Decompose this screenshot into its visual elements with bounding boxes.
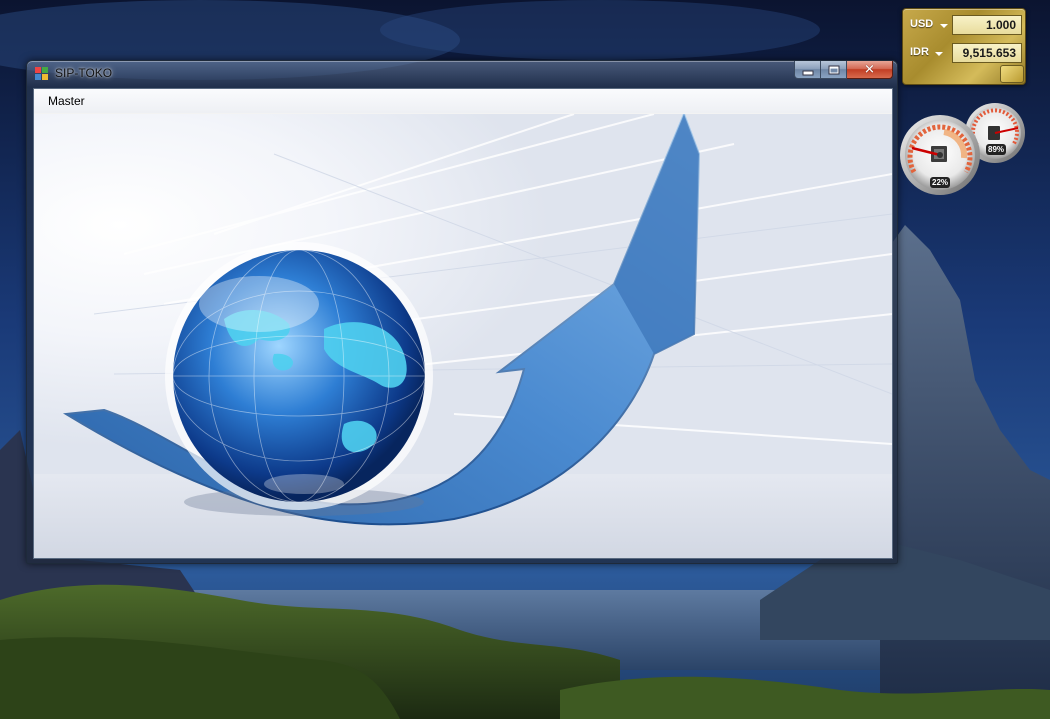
currency-code[interactable]: USD	[910, 18, 933, 30]
currency-row: IDR 9,515.653	[910, 43, 1022, 63]
maximize-button[interactable]	[821, 61, 847, 79]
chevron-down-icon[interactable]	[940, 24, 948, 28]
currency-row: USD 1.000	[910, 15, 1022, 35]
currency-code[interactable]: IDR	[910, 46, 929, 58]
menu-item-master[interactable]: Master	[42, 92, 91, 110]
app-icon[interactable]	[35, 67, 49, 81]
cpu-meter-gadget	[900, 100, 1030, 200]
close-icon: ✕	[864, 62, 875, 77]
minimize-button[interactable]	[794, 61, 821, 79]
close-button[interactable]: ✕	[847, 61, 893, 79]
minimize-icon	[802, 70, 813, 75]
window-title: SIP-TOKO	[55, 66, 113, 80]
currency-value[interactable]: 1.000	[952, 15, 1022, 35]
menu-bar: Master	[34, 89, 892, 113]
memory-percent-label: 89%	[986, 144, 1007, 155]
background-image	[34, 114, 892, 558]
currency-value[interactable]: 9,515.653	[952, 43, 1022, 63]
app-window: SIP-TOKO ✕ Master	[26, 60, 898, 564]
cpu-percent-label: 22%	[930, 177, 951, 188]
card-chip-icon	[1000, 65, 1024, 83]
window-controls: ✕	[794, 61, 893, 80]
currency-gadget: USD 1.000 IDR 9,515.653	[902, 8, 1026, 85]
chevron-down-icon[interactable]	[935, 52, 943, 56]
window-client-area: Master	[33, 88, 893, 559]
title-bar[interactable]: SIP-TOKO ✕	[27, 61, 897, 87]
maximize-icon	[828, 65, 839, 74]
